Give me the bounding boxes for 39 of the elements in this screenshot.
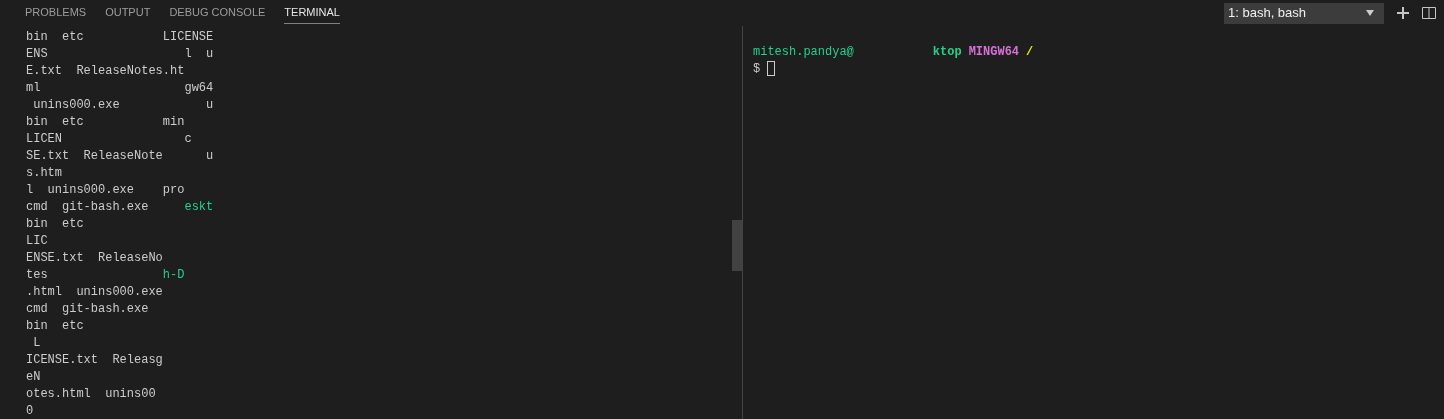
terminal-text: E.txt ReleaseNotes.ht [26, 62, 185, 80]
terminal-text: LICEN c [26, 130, 192, 148]
terminal-text: s.htm [26, 164, 62, 182]
terminal-text: unins000.exe u [32, 96, 214, 114]
terminal-text: otes.html unins00 [26, 385, 156, 403]
scrollbar-thumb[interactable] [732, 220, 742, 271]
terminal-text: bin etc min [26, 113, 185, 131]
terminal-text: h-D [161, 266, 185, 284]
panel-tab[interactable]: OUTPUT [105, 2, 151, 24]
panel-tab[interactable]: PROBLEMS [25, 2, 87, 24]
terminal-text: MINGW64 [968, 43, 1020, 61]
terminal-text: bin etc [26, 215, 84, 233]
terminal-text: $ [753, 60, 761, 78]
terminal-text: L [32, 334, 41, 352]
terminal-text: eskt [183, 198, 214, 216]
terminal-text: eN [26, 368, 41, 386]
terminal-text: cmd git-bash.exe [26, 300, 149, 318]
terminal-text: bin etc LICENSE [26, 28, 214, 46]
split-icon[interactable] [1422, 7, 1436, 19]
terminal-text: LIC [26, 232, 48, 250]
terminal-text: ICENSE.txt Releasg [26, 351, 163, 369]
caret-icon [1366, 10, 1374, 16]
terminal-text: 0 [26, 402, 34, 419]
plus-icon[interactable] [1397, 7, 1409, 19]
terminal-text: l unins000.exe pro [26, 181, 185, 199]
terminal-text: tes [26, 266, 48, 284]
terminal-text: mitesh.pandya@ [753, 43, 854, 61]
terminal-text: ktop [931, 43, 962, 61]
panel-tab[interactable]: TERMINAL [284, 2, 340, 24]
terminal-text: ENSE.txt ReleaseNo [26, 249, 163, 267]
terminal-select[interactable]: 1: bash, bash [1224, 2, 1384, 24]
panel-tab[interactable]: DEBUG CONSOLE [169, 2, 266, 24]
terminal-text: / [1026, 43, 1034, 61]
terminal-text: cmd git-bash.exe [26, 198, 149, 216]
terminal-text: SE.txt ReleaseNote u [26, 147, 214, 165]
terminal-text: ENS l u [26, 45, 214, 63]
terminal-text: bin etc [26, 317, 84, 335]
terminal-text: .html unins000.exe [26, 283, 163, 301]
terminal-text: ml gw64 [26, 79, 214, 97]
